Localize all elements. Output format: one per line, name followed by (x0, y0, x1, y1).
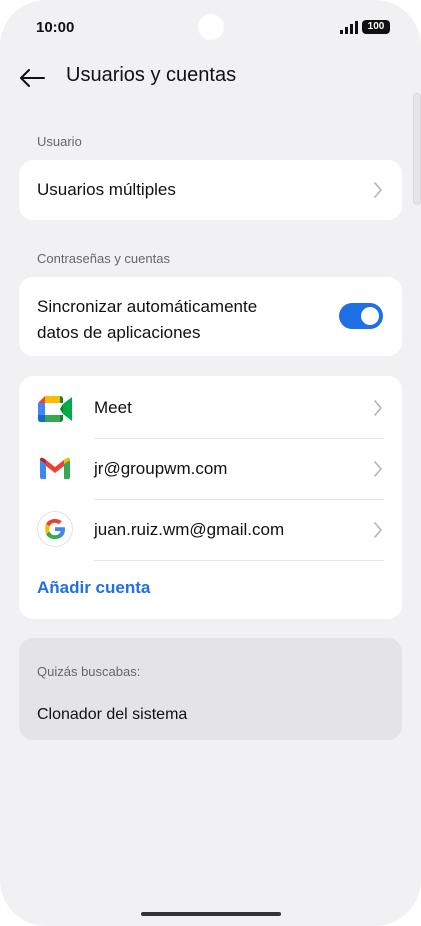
signal-icon (340, 21, 358, 34)
google-icon (38, 512, 72, 546)
sync-label-line1: Sincronizar automáticamente (37, 297, 258, 316)
arrow-left-icon (20, 69, 45, 87)
toggle-knob (361, 307, 379, 325)
status-time: 10:00 (36, 19, 75, 36)
phone-screen: 10:00 100 Usuarios y cuentas Usuario Usu… (0, 0, 421, 926)
accounts-card: Meet jr@groupwm.com juan.ruiz.wm@gmail.c… (19, 376, 402, 619)
sync-row[interactable]: Sincronizar automáticamente datos de apl… (19, 277, 402, 356)
page-title: Usuarios y cuentas (66, 64, 237, 86)
chevron-right-icon (374, 182, 382, 198)
home-indicator[interactable] (141, 912, 281, 916)
sync-label: Sincronizar automáticamente datos de apl… (37, 294, 257, 346)
chevron-right-icon (374, 400, 382, 416)
sync-toggle[interactable] (339, 303, 383, 329)
suggestions-card: Quizás buscabas: Clonador del sistema (19, 638, 402, 740)
account-row-meet[interactable]: Meet (19, 376, 402, 438)
suggestions-label: Quizás buscabas: (37, 664, 141, 679)
back-button[interactable] (14, 62, 50, 94)
sync-label-line2: datos de aplicaciones (37, 323, 201, 342)
google-meet-icon (38, 392, 72, 426)
battery-icon: 100 (362, 20, 390, 34)
camera-cutout (198, 14, 224, 40)
divider (94, 560, 384, 561)
scrollbar[interactable] (413, 93, 421, 205)
account-label-gmail: jr@groupwm.com (94, 459, 228, 478)
chevron-right-icon (374, 522, 382, 538)
account-row-gmail[interactable]: jr@groupwm.com (19, 438, 402, 499)
status-bar: 10:00 100 (0, 0, 421, 56)
account-label-meet: Meet (94, 398, 132, 417)
add-account-button[interactable]: Añadir cuenta (37, 578, 150, 598)
account-row-google[interactable]: juan.ruiz.wm@gmail.com (19, 499, 402, 560)
section-label-users: Usuario (37, 134, 82, 149)
account-label-google: juan.ruiz.wm@gmail.com (94, 520, 285, 539)
multiple-users-label: Usuarios múltiples (37, 180, 176, 199)
gmail-icon (38, 451, 72, 485)
chevron-right-icon (374, 461, 382, 477)
suggestion-item[interactable]: Clonador del sistema (37, 706, 187, 724)
multiple-users-row[interactable]: Usuarios múltiples (19, 160, 402, 220)
section-label-passwords: Contraseñas y cuentas (37, 251, 170, 266)
